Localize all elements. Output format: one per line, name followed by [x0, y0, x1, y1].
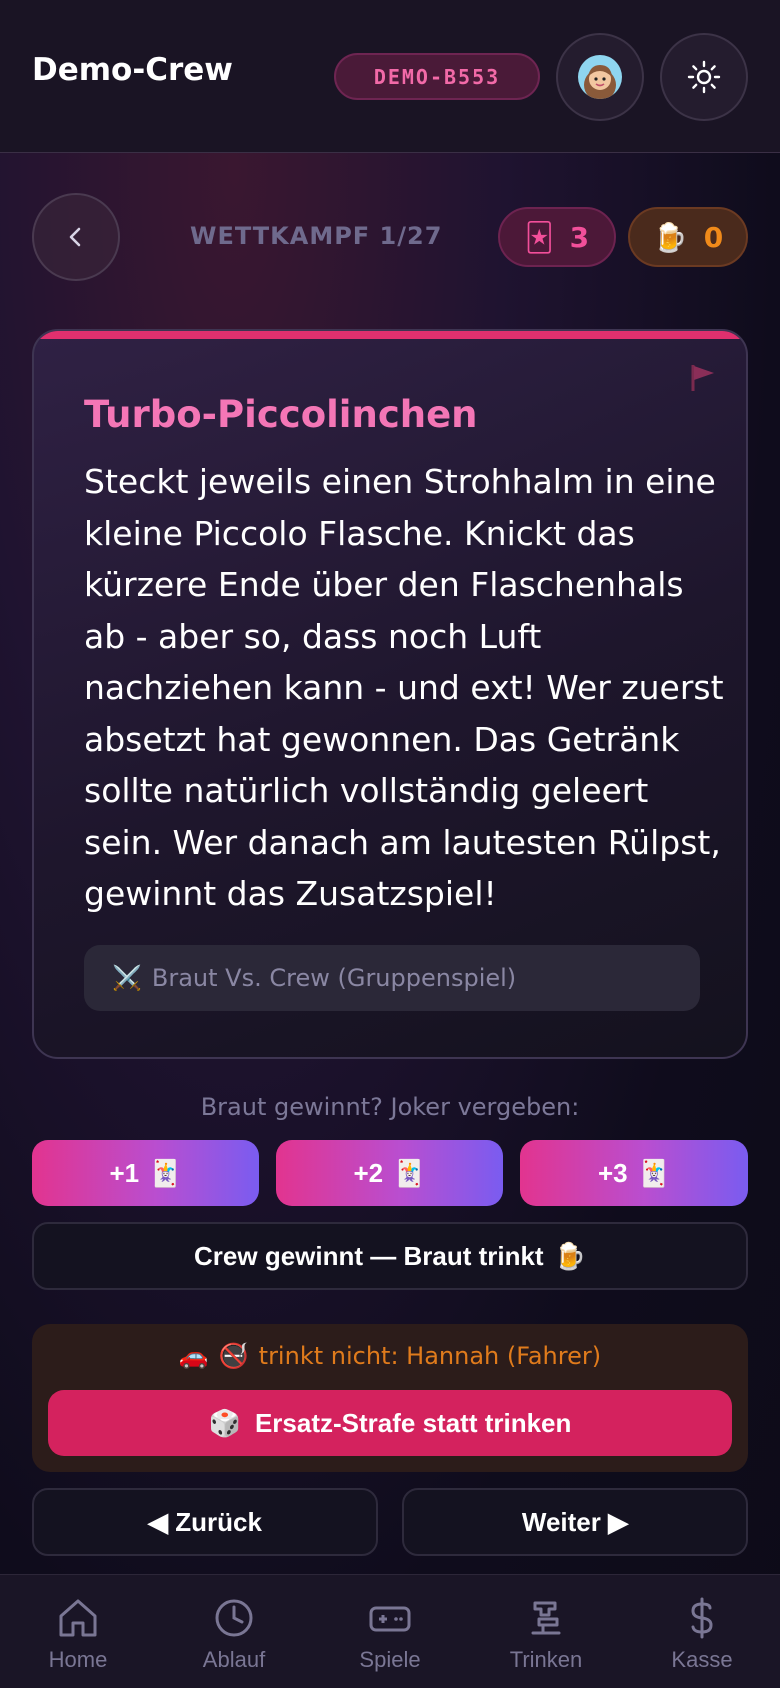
- nav-item-ablauf[interactable]: Ablauf: [156, 1575, 312, 1688]
- nav-item-home[interactable]: Home: [0, 1575, 156, 1688]
- joker-plus-1-label: +1: [109, 1157, 140, 1188]
- game-mode-tag: ⚔️ Braut Vs. Crew (Gruppenspiel): [84, 945, 700, 1011]
- gamepad-icon: [369, 1606, 411, 1632]
- app-header: Demo-Crew DEMO-B553: [0, 0, 780, 153]
- next-button[interactable]: Weiter ▶: [402, 1488, 748, 1556]
- app-title: Demo-Crew: [32, 52, 233, 88]
- avatar-icon: [578, 55, 622, 99]
- chevron-left-icon: [69, 227, 81, 247]
- crew-wins-label: Crew gewinnt — Braut trinkt: [194, 1240, 544, 1271]
- next-label: Weiter ▶: [521, 1506, 629, 1537]
- nav-label-ablauf: Ablauf: [202, 1647, 266, 1672]
- nav-item-trinken[interactable]: Trinken: [468, 1575, 624, 1688]
- game-title: Turbo-Piccolinchen: [84, 393, 478, 436]
- sun-icon: [687, 60, 721, 94]
- back-button[interactable]: ◀ Zurück: [32, 1488, 378, 1556]
- joker-count-pill: 🃏 3: [498, 207, 616, 267]
- home-icon: [59, 1599, 97, 1637]
- joker-plus-1-button[interactable]: +1 🃏: [32, 1140, 259, 1206]
- card-accent-bar: [34, 331, 746, 339]
- progress-label: WETTKAMPF 1/27: [190, 222, 443, 250]
- driver-note: trinkt nicht: Hannah (Fahrer): [258, 1342, 602, 1370]
- beer-count: 0: [703, 220, 724, 254]
- dollar-icon: [691, 1597, 713, 1639]
- back-label: ◀ Zurück: [148, 1506, 262, 1537]
- beer-icon: 🍺: [652, 220, 688, 254]
- driver-line: 🚗 🚭 trinkt nicht: Hannah (Fahrer): [32, 1342, 748, 1370]
- joker-card-icon: 🃏: [393, 1157, 426, 1188]
- joker-card-icon: 🃏: [524, 220, 554, 254]
- nav-item-kasse[interactable]: Kasse: [624, 1575, 780, 1688]
- joker-plus-3-button[interactable]: +3 🃏: [520, 1140, 748, 1206]
- dice-icon: 🎲: [208, 1407, 241, 1438]
- nav-label-spiele: Spiele: [359, 1647, 421, 1672]
- avatar-button[interactable]: [556, 33, 644, 121]
- joker-card-icon: 🃏: [149, 1157, 182, 1188]
- joker-plus-2-label: +2: [353, 1157, 384, 1188]
- game-mode-label: Braut Vs. Crew (Gruppenspiel): [151, 964, 517, 992]
- crew-code-badge[interactable]: DEMO-B553: [334, 53, 540, 100]
- game-card: Turbo-Piccolinchen Steckt jeweils einen …: [32, 329, 748, 1059]
- flag-icon[interactable]: [690, 363, 716, 393]
- car-icon: 🚗: [178, 1342, 209, 1370]
- joker-prompt: Braut gewinnt? Joker vergeben:: [200, 1093, 580, 1121]
- driver-notice: 🚗 🚭 trinkt nicht: Hannah (Fahrer) 🎲 Ersa…: [32, 1324, 748, 1472]
- penalty-label: Ersatz-Strafe statt trinken: [254, 1407, 572, 1438]
- crew-wins-button[interactable]: Crew gewinnt — Braut trinkt 🍺: [32, 1222, 748, 1290]
- crossed-swords-icon: ⚔️: [112, 964, 142, 992]
- theme-toggle-button[interactable]: [660, 33, 748, 121]
- joker-plus-2-button[interactable]: +2 🃏: [276, 1140, 503, 1206]
- previous-game-button[interactable]: [32, 193, 120, 281]
- penalty-instead-button[interactable]: 🎲 Ersatz-Strafe statt trinken: [48, 1390, 732, 1456]
- nav-label-kasse: Kasse: [671, 1647, 733, 1672]
- nav-label-trinken: Trinken: [509, 1647, 583, 1672]
- joker-plus-3-label: +3: [597, 1157, 628, 1188]
- beer-count-pill: 🍺 0: [628, 207, 748, 267]
- beer-tap-icon: [531, 1601, 561, 1635]
- joker-card-icon: 🃏: [637, 1157, 671, 1188]
- joker-count: 3: [569, 220, 590, 254]
- bottom-navigation: Home Ablauf Spiele Trinken Kasse: [0, 1574, 780, 1688]
- clock-icon: [215, 1599, 253, 1637]
- beer-icon: 🍺: [553, 1240, 586, 1271]
- nav-label-home: Home: [48, 1647, 108, 1672]
- game-description: Steckt jeweils einen Strohhalm in eine k…: [84, 462, 724, 913]
- nav-item-spiele[interactable]: Spiele: [312, 1575, 468, 1688]
- no-alcohol-icon: 🚭: [218, 1342, 249, 1370]
